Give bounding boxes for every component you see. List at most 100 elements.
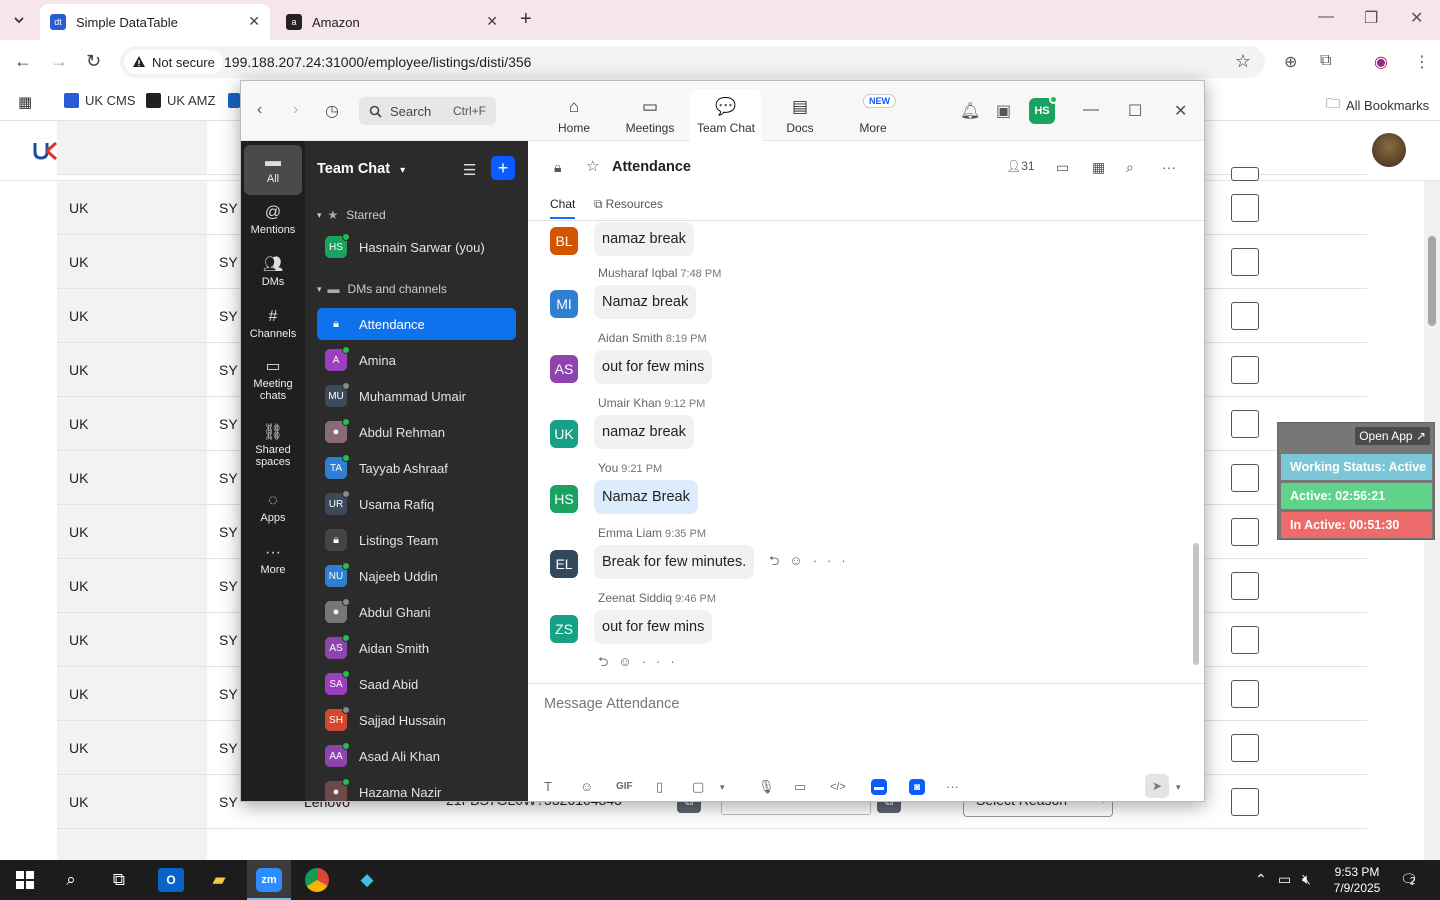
task-view-icon[interactable]: ⧉ [106,868,132,892]
message-bubble[interactable]: Namaz Break [594,480,698,514]
chevron-down-icon[interactable]: ▾ [1176,782,1181,793]
add-reaction-icon[interactable]: ☺ [789,553,812,568]
row-checkbox[interactable] [1231,572,1259,600]
conversation-item[interactable]: AA Asad Ali Khan [317,740,516,772]
conversation-item[interactable]: AS Aidan Smith [317,632,516,664]
tab-resources[interactable]: ⧉ Resources [594,197,663,212]
send-button[interactable]: ➤ [1145,774,1169,798]
more-dots-icon[interactable]: ··· [813,553,856,568]
close-tab-icon[interactable]: ✕ [248,13,260,30]
emoji-icon[interactable]: ☺ [580,779,593,794]
message-author[interactable]: Musharaf Iqbal [598,266,677,280]
message-bubble[interactable]: out for few mins [594,350,713,384]
message-author[interactable]: Emma Liam [598,526,662,540]
minimize-icon[interactable]: — [1318,8,1334,26]
message-author[interactable]: You [598,461,618,475]
video-message-icon[interactable]: ▭ [794,779,806,795]
bookmark-star-icon[interactable]: ☆ [1235,51,1251,72]
tab-team-chat[interactable]: 💬 Team Chat [690,89,762,141]
browser-tab-datatable[interactable]: dt Simple DataTable ✕ [40,4,270,40]
windows-start-icon[interactable] [12,868,38,892]
rail-apps[interactable]: ◌ Apps [244,485,302,533]
message-author[interactable]: Zeenat Siddiq [598,591,672,605]
row-checkbox[interactable] [1231,680,1259,708]
tab-search-button[interactable] [6,7,32,33]
row-checkbox[interactable] [1231,626,1259,654]
conversation-item[interactable]: UR Usama Rafiq [317,488,516,520]
network-icon[interactable]: ▭ [1278,871,1291,888]
tab-meetings[interactable]: ▭ Meetings [614,89,686,141]
rail-channels[interactable]: # Channels [244,301,302,349]
calendar-icon[interactable]: ▦ [1092,159,1105,176]
text-format-icon[interactable]: T [544,779,552,794]
bell-icon[interactable]: 🔔︎ [960,101,980,121]
more-dots-icon[interactable]: ··· [946,779,959,794]
message-avatar[interactable]: EL [550,550,578,578]
file-explorer-icon[interactable]: ▰ [206,868,232,892]
message-avatar[interactable]: BL [550,227,578,255]
omnibox[interactable]: Not secure 199.188.207.24:31000/employee… [120,46,1265,78]
history-icon[interactable]: ◷ [325,101,339,121]
conversation-item[interactable]: MU Muhammad Umair [317,380,516,412]
row-checkbox[interactable] [1231,302,1259,330]
back-arrow-icon[interactable]: ‹ [257,101,262,119]
tab-home[interactable]: ⌂ Home [538,89,610,141]
security-indicator[interactable]: Not secure [124,50,223,74]
notification-icon[interactable]: 🗨︎2 [1400,871,1418,888]
all-bookmarks[interactable]: 🗀 All Bookmarks [1326,93,1429,117]
tab-docs[interactable]: ▤ Docs [764,89,836,141]
app-integration-icon[interactable]: ▬ [871,779,887,795]
message-bubble[interactable]: namaz break [594,415,694,449]
message-input[interactable]: Message Attendance [544,696,679,712]
apps-grid-icon[interactable]: ▦ [18,93,32,111]
conversation-item[interactable]: ● Abdul Ghani [317,596,516,628]
conversation-item[interactable]: SH Sajjad Hussain [317,704,516,736]
conversation-item[interactable]: A Amina [317,344,516,376]
more-dots-icon[interactable]: ··· [1162,159,1176,175]
file-icon[interactable]: ▯ [656,779,663,795]
section-dms-channels[interactable]: ▾ ▬ DMs and channels [317,282,447,296]
zoom-app-icon[interactable]: zm [256,868,282,892]
message-avatar[interactable]: UK [550,420,578,448]
row-checkbox[interactable] [1231,734,1259,762]
row-checkbox[interactable] [1231,167,1259,181]
url-text[interactable]: 199.188.207.24:31000/employee/listings/d… [224,54,531,70]
microphone-icon[interactable]: 🎙︎ [758,779,775,795]
maximize-icon[interactable]: ☐ [1128,101,1142,121]
chrome-icon[interactable] [305,868,329,892]
rail-more[interactable]: ··· More [244,537,302,585]
calendar-icon[interactable]: ▣ [996,101,1011,121]
open-app-button[interactable]: Open App ↗ [1355,427,1430,445]
message-bubble[interactable]: out for few mins [594,610,713,644]
message-avatar[interactable]: MI [550,290,578,318]
conversation-item[interactable]: ● Hazama Nazir [317,776,516,801]
conversation-item[interactable]: 🔒︎ Listings Team [317,524,516,556]
scrollbar-thumb[interactable] [1193,543,1199,665]
message-bubble[interactable]: Namaz break [594,285,697,319]
chat-scrollbar[interactable] [1193,221,1199,681]
message-avatar[interactable]: ZS [550,615,578,643]
forward-arrow-icon[interactable]: › [293,101,298,119]
video-camera-icon[interactable]: ▭ [1056,159,1069,176]
new-chat-button[interactable]: + [491,156,515,180]
bookmark-uk-amz[interactable]: UK AMZ [146,93,215,108]
row-checkbox[interactable] [1231,356,1259,384]
volume-muted-icon[interactable]: 🔇︎ [1302,871,1311,888]
rail-shared-spaces[interactable]: ⛓︎ Shared spaces [244,419,302,475]
conversation-item[interactable]: 🔒︎ Attendance [317,308,516,340]
user-avatar[interactable] [1372,133,1406,167]
outlook-icon[interactable]: O [158,868,184,892]
message-author[interactable]: Umair Khan [598,396,661,410]
reload-icon[interactable]: ↻ [86,51,101,72]
message-author[interactable]: Aidan Smith [598,331,663,345]
rail-meeting-chats[interactable]: ▭ Meeting chats [244,353,302,409]
profile-icon[interactable]: ◉ [1374,52,1388,72]
rail-all[interactable]: ▬ All [244,145,302,195]
channel-title[interactable]: Attendance [612,159,691,175]
search-icon[interactable]: ⌕ [1126,159,1134,176]
conversation-item[interactable]: SA Saad Abid [317,668,516,700]
conversation-item[interactable]: NU Najeeb Uddin [317,560,516,592]
gif-icon[interactable]: GIF [616,781,633,792]
screenshot-icon[interactable]: ▢ [692,779,704,795]
extensions-icon[interactable]: ⧉ [1320,52,1331,70]
